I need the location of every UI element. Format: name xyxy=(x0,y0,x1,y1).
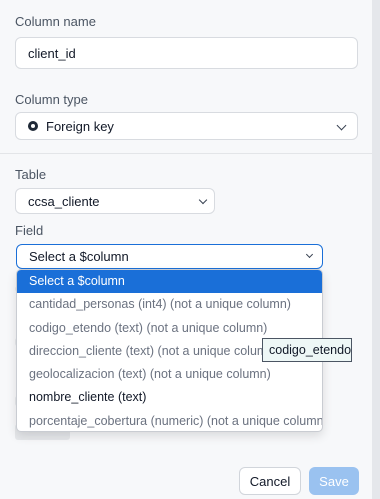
field-option[interactable]: cantidad_personas (int4) (not a unique c… xyxy=(17,293,322,316)
field-select-value: Select a $column xyxy=(29,249,129,264)
field-select[interactable]: Select a $column xyxy=(16,244,323,269)
field-option[interactable]: geolocalizacion (text) (not a unique col… xyxy=(17,363,322,386)
column-name-label: Column name xyxy=(15,14,96,29)
chevron-down-icon xyxy=(305,250,314,259)
field-option[interactable]: Select a $column xyxy=(17,270,322,294)
field-option[interactable]: nombre_cliente (text) xyxy=(17,386,322,409)
chevron-down-icon xyxy=(198,195,208,205)
chevron-down-icon xyxy=(336,120,347,131)
column-name-value: client_id xyxy=(28,45,76,61)
field-label: Field xyxy=(15,223,44,238)
foreign-key-icon xyxy=(28,121,38,131)
cancel-button[interactable]: Cancel xyxy=(239,467,301,495)
save-button[interactable]: Save xyxy=(309,467,359,495)
option-tooltip: codigo_etendo xyxy=(262,338,352,362)
field-option[interactable]: codigo_etendo (text) (not a unique colum… xyxy=(17,317,322,340)
table-label: Table xyxy=(15,167,47,182)
section-divider xyxy=(0,153,372,154)
field-option[interactable]: porcentaje_cobertura (numeric) (not a un… xyxy=(17,410,322,432)
table-select[interactable]: ccsa_cliente xyxy=(15,188,215,214)
column-type-select[interactable]: Foreign key xyxy=(15,112,358,140)
scrollbar-track[interactable] xyxy=(372,0,380,499)
table-value: ccsa_cliente xyxy=(28,193,100,209)
column-type-label: Column type xyxy=(15,92,88,107)
column-name-input[interactable]: client_id xyxy=(15,37,358,69)
column-type-value: Foreign key xyxy=(46,118,114,134)
